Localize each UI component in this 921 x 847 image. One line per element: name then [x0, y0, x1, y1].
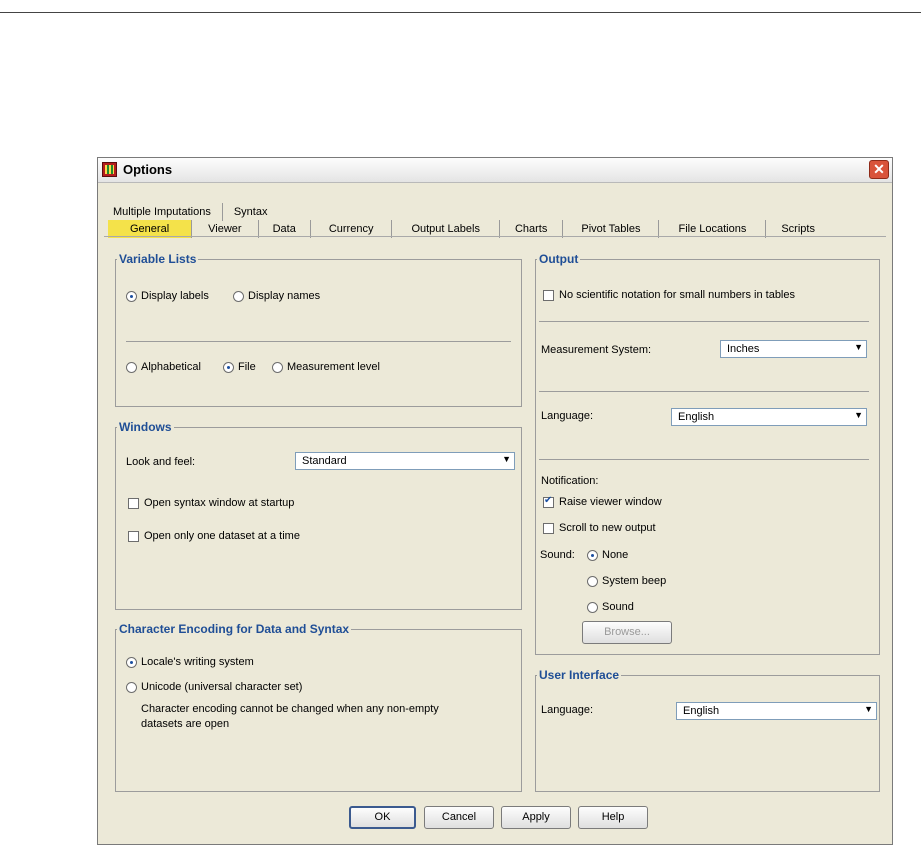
- window-title: Options: [123, 162, 173, 177]
- checkbox-empty-icon: [543, 289, 554, 301]
- character-encoding-legend: Character Encoding for Data and Syntax: [119, 622, 350, 636]
- close-button[interactable]: ✕: [869, 160, 889, 179]
- alphabetical-radio[interactable]: Alphabetical: [126, 361, 201, 373]
- output-language-select[interactable]: English ▼: [671, 408, 867, 426]
- dropdown-arrow-icon: ▼: [864, 704, 873, 714]
- divider: [539, 321, 869, 322]
- dropdown-arrow-icon: ▼: [854, 410, 863, 420]
- radio-selected-icon: [223, 361, 234, 373]
- open-one-dataset-checkbox[interactable]: Open only one dataset at a time: [128, 530, 300, 542]
- display-names-radio[interactable]: Display names: [233, 290, 320, 302]
- radio-empty-icon: [587, 601, 598, 613]
- radio-empty-icon: [126, 361, 137, 373]
- character-encoding-group: Character Encoding for Data and Syntax L…: [115, 622, 522, 792]
- tab-multiple-imputations[interactable]: Multiple Imputations: [102, 203, 223, 221]
- checkbox-empty-icon: [543, 522, 554, 534]
- display-labels-radio[interactable]: Display labels: [126, 290, 209, 302]
- measurement-level-radio[interactable]: Measurement level: [272, 361, 380, 373]
- ui-language-label: Language:: [541, 704, 593, 716]
- raise-viewer-checkbox[interactable]: Raise viewer window: [543, 495, 662, 508]
- tab-row-back: Multiple Imputations Syntax: [102, 203, 278, 221]
- measurement-system-select[interactable]: Inches ▼: [720, 340, 867, 358]
- user-interface-legend: User Interface: [539, 668, 620, 682]
- general-tab-panel: Variable Lists Display labels Display na…: [104, 236, 886, 797]
- look-and-feel-select[interactable]: Standard ▼: [295, 452, 515, 470]
- unicode-radio[interactable]: Unicode (universal character set): [126, 681, 302, 693]
- windows-legend: Windows: [119, 420, 172, 434]
- checkbox-empty-icon: [128, 530, 139, 542]
- sound-none-radio[interactable]: None: [587, 549, 628, 561]
- windows-group: Windows Look and feel: Standard ▼ Open s…: [115, 420, 522, 610]
- no-scientific-notation-checkbox[interactable]: No scientific notation for small numbers…: [543, 289, 795, 301]
- scroll-new-output-checkbox[interactable]: Scroll to new output: [543, 522, 656, 534]
- look-and-feel-label: Look and feel:: [126, 456, 196, 468]
- sound-label: Sound:: [540, 549, 575, 561]
- measurement-system-label: Measurement System:: [541, 344, 652, 356]
- radio-selected-icon: [126, 290, 137, 302]
- ok-button[interactable]: OK: [349, 806, 416, 829]
- help-button[interactable]: Help: [578, 806, 648, 829]
- notification-label: Notification:: [541, 475, 599, 487]
- options-dialog: Options ✕ Multiple Imputations Syntax Ge…: [97, 157, 893, 845]
- tab-syntax[interactable]: Syntax: [223, 203, 279, 221]
- output-language-label: Language:: [541, 410, 593, 422]
- divider: [539, 391, 869, 392]
- radio-empty-icon: [272, 361, 283, 373]
- output-group: Output No scientific notation for small …: [535, 252, 880, 655]
- locale-writing-system-radio[interactable]: Locale's writing system: [126, 656, 254, 668]
- open-syntax-checkbox[interactable]: Open syntax window at startup: [128, 497, 294, 509]
- title-bar[interactable]: Options ✕: [98, 158, 892, 183]
- ui-language-select[interactable]: English ▼: [676, 702, 877, 720]
- checkbox-empty-icon: [128, 497, 139, 509]
- radio-empty-icon: [587, 575, 598, 587]
- user-interface-group: User Interface Language: English ▼: [535, 668, 880, 792]
- top-divider: [0, 12, 921, 13]
- file-radio[interactable]: File: [223, 361, 256, 373]
- app-icon: [102, 162, 117, 177]
- cancel-button[interactable]: Cancel: [424, 806, 494, 829]
- variable-lists-group: Variable Lists Display labels Display na…: [115, 252, 522, 407]
- apply-button[interactable]: Apply: [501, 806, 571, 829]
- output-legend: Output: [539, 252, 579, 266]
- checkbox-checked-icon: [543, 495, 554, 508]
- divider: [126, 341, 511, 342]
- sound-system-beep-radio[interactable]: System beep: [587, 575, 666, 587]
- radio-selected-icon: [587, 549, 598, 561]
- dropdown-arrow-icon: ▼: [502, 454, 511, 464]
- encoding-note: Character encoding cannot be changed whe…: [141, 703, 439, 730]
- variable-lists-legend: Variable Lists: [119, 252, 197, 266]
- sound-file-radio[interactable]: Sound: [587, 601, 634, 613]
- radio-empty-icon: [233, 290, 244, 302]
- dropdown-arrow-icon: ▼: [854, 342, 863, 352]
- radio-empty-icon: [126, 681, 137, 693]
- browse-button[interactable]: Browse...: [582, 621, 672, 644]
- divider: [539, 459, 869, 460]
- radio-selected-icon: [126, 656, 137, 668]
